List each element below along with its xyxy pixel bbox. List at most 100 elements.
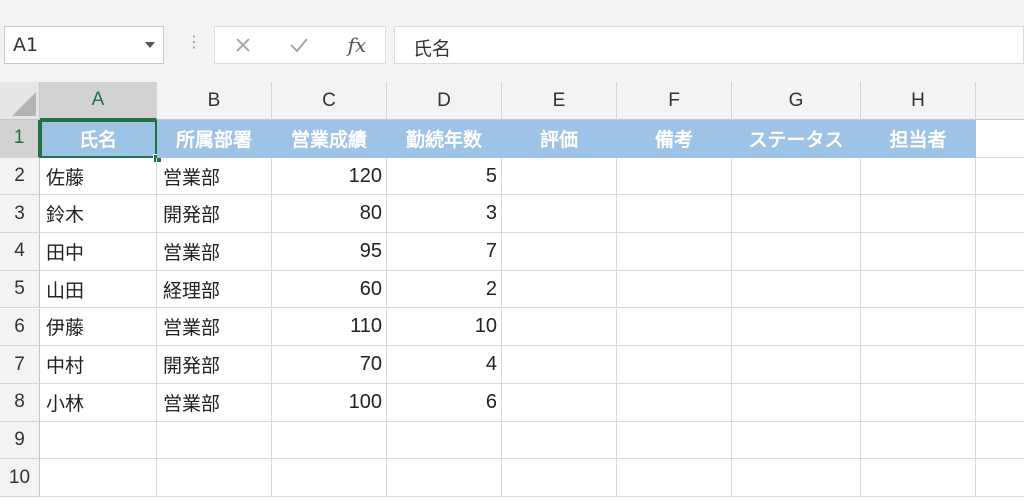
cell-g2[interactable] bbox=[732, 157, 861, 196]
cell-f7[interactable] bbox=[617, 346, 732, 384]
row-header-6[interactable]: 6 bbox=[0, 308, 40, 347]
formula-input[interactable]: 氏名 bbox=[394, 26, 1024, 64]
row-header-5[interactable]: 5 bbox=[0, 270, 40, 309]
cell-a7[interactable]: 中村 bbox=[40, 346, 157, 384]
cell-b8[interactable]: 営業部 bbox=[157, 383, 272, 422]
cell-i2[interactable] bbox=[976, 158, 1024, 196]
row-header-10[interactable]: 10 bbox=[0, 459, 40, 497]
cell-f1[interactable]: 備考 bbox=[617, 120, 732, 158]
cell-f10[interactable] bbox=[617, 459, 732, 497]
cell-a4[interactable]: 田中 bbox=[40, 233, 157, 271]
cell-e9[interactable] bbox=[502, 421, 617, 460]
cell-h4[interactable] bbox=[861, 233, 976, 271]
cell-c10[interactable] bbox=[272, 459, 387, 497]
cell-e5[interactable] bbox=[502, 270, 617, 309]
row-header-2[interactable]: 2 bbox=[0, 157, 40, 196]
cell-e2[interactable] bbox=[502, 157, 617, 196]
cell-h2[interactable] bbox=[861, 157, 976, 196]
cell-e10[interactable] bbox=[502, 459, 617, 497]
row-header-7[interactable]: 7 bbox=[0, 346, 40, 384]
cell-d4[interactable]: 7 bbox=[387, 233, 502, 271]
cell-c9[interactable] bbox=[272, 421, 387, 460]
chevron-down-icon[interactable] bbox=[145, 42, 155, 48]
cell-b1[interactable]: 所属部署 bbox=[157, 120, 272, 158]
cell-a10[interactable] bbox=[40, 459, 157, 497]
cell-h6[interactable] bbox=[861, 308, 976, 347]
cell-f6[interactable] bbox=[617, 308, 732, 347]
cell-d8[interactable]: 6 bbox=[387, 383, 502, 422]
column-header-e[interactable]: E bbox=[502, 82, 617, 120]
cell-d3[interactable]: 3 bbox=[387, 195, 502, 234]
cell-d2[interactable]: 5 bbox=[387, 157, 502, 196]
cell-g6[interactable] bbox=[732, 308, 861, 347]
cell-g10[interactable] bbox=[732, 459, 861, 497]
cell-f2[interactable] bbox=[617, 157, 732, 196]
cell-e3[interactable] bbox=[502, 195, 617, 234]
select-all-button[interactable] bbox=[0, 82, 40, 120]
cell-h5[interactable] bbox=[861, 270, 976, 309]
cell-i5[interactable] bbox=[976, 271, 1024, 309]
row-header-1[interactable]: 1 bbox=[0, 120, 40, 158]
cell-e7[interactable] bbox=[502, 346, 617, 384]
insert-function-button[interactable]: fx bbox=[333, 27, 381, 63]
name-box[interactable]: A1 bbox=[4, 26, 164, 64]
cell-g8[interactable] bbox=[732, 383, 861, 422]
cell-f3[interactable] bbox=[617, 195, 732, 234]
cell-b5[interactable]: 経理部 bbox=[157, 270, 272, 309]
cell-i3[interactable] bbox=[976, 195, 1024, 234]
row-header-4[interactable]: 4 bbox=[0, 233, 40, 271]
enter-button[interactable] bbox=[275, 27, 323, 63]
row-header-3[interactable]: 3 bbox=[0, 195, 40, 234]
column-header-h[interactable]: H bbox=[861, 82, 976, 120]
cell-i10[interactable] bbox=[976, 459, 1024, 497]
cell-h9[interactable] bbox=[861, 421, 976, 460]
cell-h1[interactable]: 担当者 bbox=[861, 120, 976, 158]
cell-i4[interactable] bbox=[976, 233, 1024, 271]
cell-f5[interactable] bbox=[617, 270, 732, 309]
column-header-d[interactable]: D bbox=[387, 82, 502, 120]
cell-f8[interactable] bbox=[617, 383, 732, 422]
cell-g5[interactable] bbox=[732, 270, 861, 309]
cell-b4[interactable]: 営業部 bbox=[157, 233, 272, 271]
cell-e4[interactable] bbox=[502, 233, 617, 271]
cell-g9[interactable] bbox=[732, 421, 861, 460]
row-header-9[interactable]: 9 bbox=[0, 421, 40, 460]
cell-e8[interactable] bbox=[502, 383, 617, 422]
cell-a1[interactable]: 氏名 bbox=[40, 120, 157, 158]
cell-e6[interactable] bbox=[502, 308, 617, 347]
cell-c2[interactable]: 120 bbox=[272, 157, 387, 196]
cell-a8[interactable]: 小林 bbox=[40, 383, 157, 422]
cell-c1[interactable]: 営業成績 bbox=[272, 120, 387, 158]
column-header-b[interactable]: B bbox=[157, 82, 272, 120]
cell-b6[interactable]: 営業部 bbox=[157, 308, 272, 347]
column-header-c[interactable]: C bbox=[272, 82, 387, 120]
cell-h8[interactable] bbox=[861, 383, 976, 422]
cell-a5[interactable]: 山田 bbox=[40, 270, 157, 309]
cell-h3[interactable] bbox=[861, 195, 976, 234]
cell-b10[interactable] bbox=[157, 459, 272, 497]
cell-i1[interactable] bbox=[976, 120, 1024, 158]
cell-b7[interactable]: 開発部 bbox=[157, 346, 272, 384]
cell-h7[interactable] bbox=[861, 346, 976, 384]
cell-g7[interactable] bbox=[732, 346, 861, 384]
cell-c5[interactable]: 60 bbox=[272, 270, 387, 309]
cell-a9[interactable] bbox=[40, 421, 157, 460]
cell-b3[interactable]: 開発部 bbox=[157, 195, 272, 234]
cell-h10[interactable] bbox=[861, 459, 976, 497]
cell-c3[interactable]: 80 bbox=[272, 195, 387, 234]
cell-g3[interactable] bbox=[732, 195, 861, 234]
cell-e1[interactable]: 評価 bbox=[502, 120, 617, 158]
cell-c4[interactable]: 95 bbox=[272, 233, 387, 271]
cell-a6[interactable]: 伊藤 bbox=[40, 308, 157, 347]
cell-g1[interactable]: ステータス bbox=[732, 120, 861, 158]
cell-i8[interactable] bbox=[976, 384, 1024, 422]
drag-handle-icon[interactable]: ⋮ bbox=[186, 34, 202, 50]
cell-d5[interactable]: 2 bbox=[387, 270, 502, 309]
column-header-g[interactable]: G bbox=[732, 82, 861, 120]
cell-d7[interactable]: 4 bbox=[387, 346, 502, 384]
cell-b9[interactable] bbox=[157, 421, 272, 460]
cancel-button[interactable] bbox=[219, 27, 267, 63]
cell-i6[interactable] bbox=[976, 309, 1024, 347]
cell-c8[interactable]: 100 bbox=[272, 383, 387, 422]
cell-g4[interactable] bbox=[732, 233, 861, 271]
